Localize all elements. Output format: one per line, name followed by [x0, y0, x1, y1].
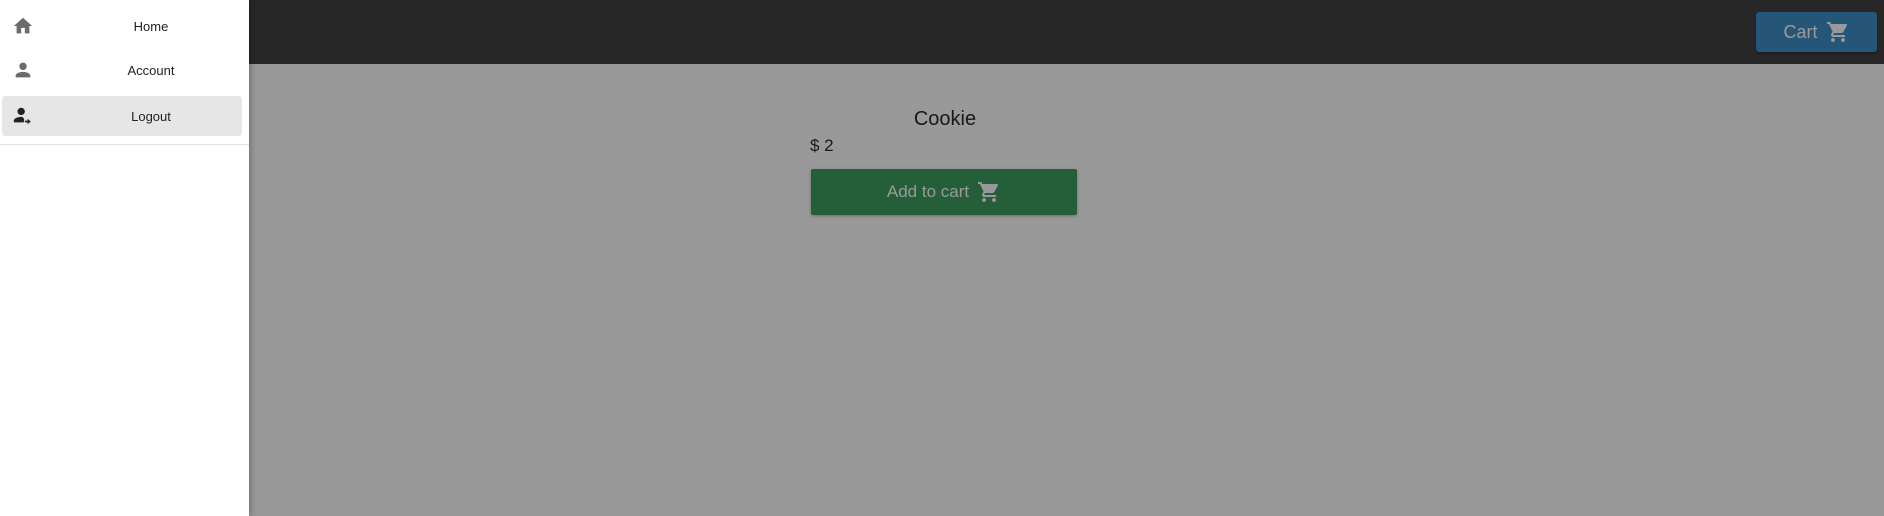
drawer-scrim[interactable] — [0, 0, 1884, 516]
drawer-item-logout[interactable]: Logout — [2, 96, 242, 136]
drawer-item-account[interactable]: Account — [2, 50, 242, 90]
account-icon — [12, 59, 34, 81]
navigation-drawer: Home Account Logout — [0, 0, 249, 516]
home-icon — [12, 15, 34, 37]
drawer-item-label: Account — [127, 62, 175, 78]
drawer-divider — [0, 144, 249, 145]
drawer-item-label: Home — [133, 18, 169, 34]
drawer-item-home[interactable]: Home — [2, 6, 242, 46]
logout-icon — [12, 105, 34, 127]
drawer-item-label: Logout — [131, 108, 171, 124]
